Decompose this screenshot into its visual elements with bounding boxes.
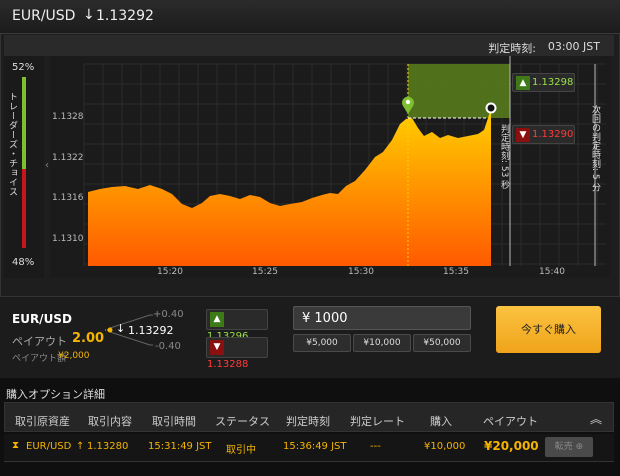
column-header: ステータス [215,415,270,428]
column-header: 取引内容 [88,415,132,428]
row-asset: EUR/USD [26,441,72,452]
high-percentage: 52% [12,62,35,73]
preset-amount-button[interactable]: ¥50,000 [413,334,471,352]
column-header: 取引時間 [152,415,196,428]
resell-button[interactable]: 転売 ⊕ [545,437,593,457]
arrow-up-icon: ▲ [210,312,224,327]
chart-low-price: 1.13290 [532,129,574,140]
x-tick-label: 15:40 [539,267,565,277]
chevron-left-icon[interactable]: ‹ [45,160,49,171]
column-header: ペイアウト [483,415,538,428]
x-tick-label: 15:20 [157,267,183,277]
row-purchase: ¥10,000 [424,441,466,452]
collapse-icon[interactable]: ︽ [590,410,602,427]
chart-high-button[interactable]: ▲ 1.13298 [512,73,575,92]
x-tick-label: 15:25 [252,267,278,277]
chart-low-button[interactable]: ▼ 1.13290 [512,125,575,144]
row-judge-rate: --- [370,441,381,452]
asset-pair-title: EUR/USD [12,8,76,24]
row-status: 取引中 [226,445,256,456]
current-price: 1.13292 [96,8,154,24]
column-header: 判定時刻 [286,415,330,428]
resell-label: 転売 [554,442,573,452]
payout-label: ペイアウト [12,335,67,348]
next-judge-label: 次回の判定時刻: 5 分 [590,105,600,192]
x-tick-label: 15:30 [348,267,374,277]
column-header: 判定レート [350,415,405,428]
judge-remaining-label: 判定時刻: 53 秒 [499,124,509,190]
hourglass-icon: ⧗ [12,440,20,451]
preset-amount-button[interactable]: ¥5,000 [293,334,351,352]
y-tick-label: 1.1328 [52,112,84,122]
row-payout: ¥20,000 [484,439,539,453]
low-button[interactable]: ▼ 1.13288 [206,337,268,370]
chart-high-price: 1.13298 [532,77,574,88]
arrow-up-icon: ▲ [516,76,530,90]
y-tick-label: 1.1316 [52,193,84,203]
column-header: 取引原資産 [15,415,70,428]
payout-value: 2.00 [72,331,105,346]
traders-choice-label: トレーダーズ・チョイス [7,92,17,197]
current-point [485,102,497,114]
column-header: 購入 [430,415,452,428]
buy-now-button[interactable]: 今すぐ購入 [496,306,601,353]
preset-amount-button[interactable]: ¥10,000 [353,334,411,352]
judgement-time-value: 03:00 JST [547,40,600,53]
row-judge-time: 15:36:49 JST [283,441,347,452]
y-tick-label: 1.1322 [52,153,84,163]
details-title: 購入オプション詳細 [6,388,105,401]
arrow-down-icon: ▼ [516,128,530,142]
low-bar [22,169,26,248]
row-trade-time: 15:31:49 JST [148,441,212,452]
arrow-down-icon: ↓ [83,7,95,23]
amount-input[interactable] [293,306,471,330]
x-tick-label: 15:35 [443,267,469,277]
low-percentage: 48% [12,257,35,268]
high-bar [22,77,26,169]
trade-pair: EUR/USD [12,312,72,326]
offset-minus: -0.40 [155,341,181,352]
row-content: 1.13280 [87,441,129,452]
payout-amount-value: ¥2,000 [58,351,90,361]
y-tick-label: 1.1310 [52,234,84,244]
offset-plus: +0.40 [153,309,184,320]
low-price: 1.13288 [207,359,249,370]
arrow-up-icon: ↑ [76,441,85,452]
judgement-time-label: 判定時刻: [488,42,536,55]
high-button[interactable]: ▲1.13296 [206,309,268,342]
arrow-down-icon: ▼ [210,340,224,355]
arrow-down-icon: ↓ [116,322,126,335]
trade-current-price: 1.13292 [128,324,174,337]
